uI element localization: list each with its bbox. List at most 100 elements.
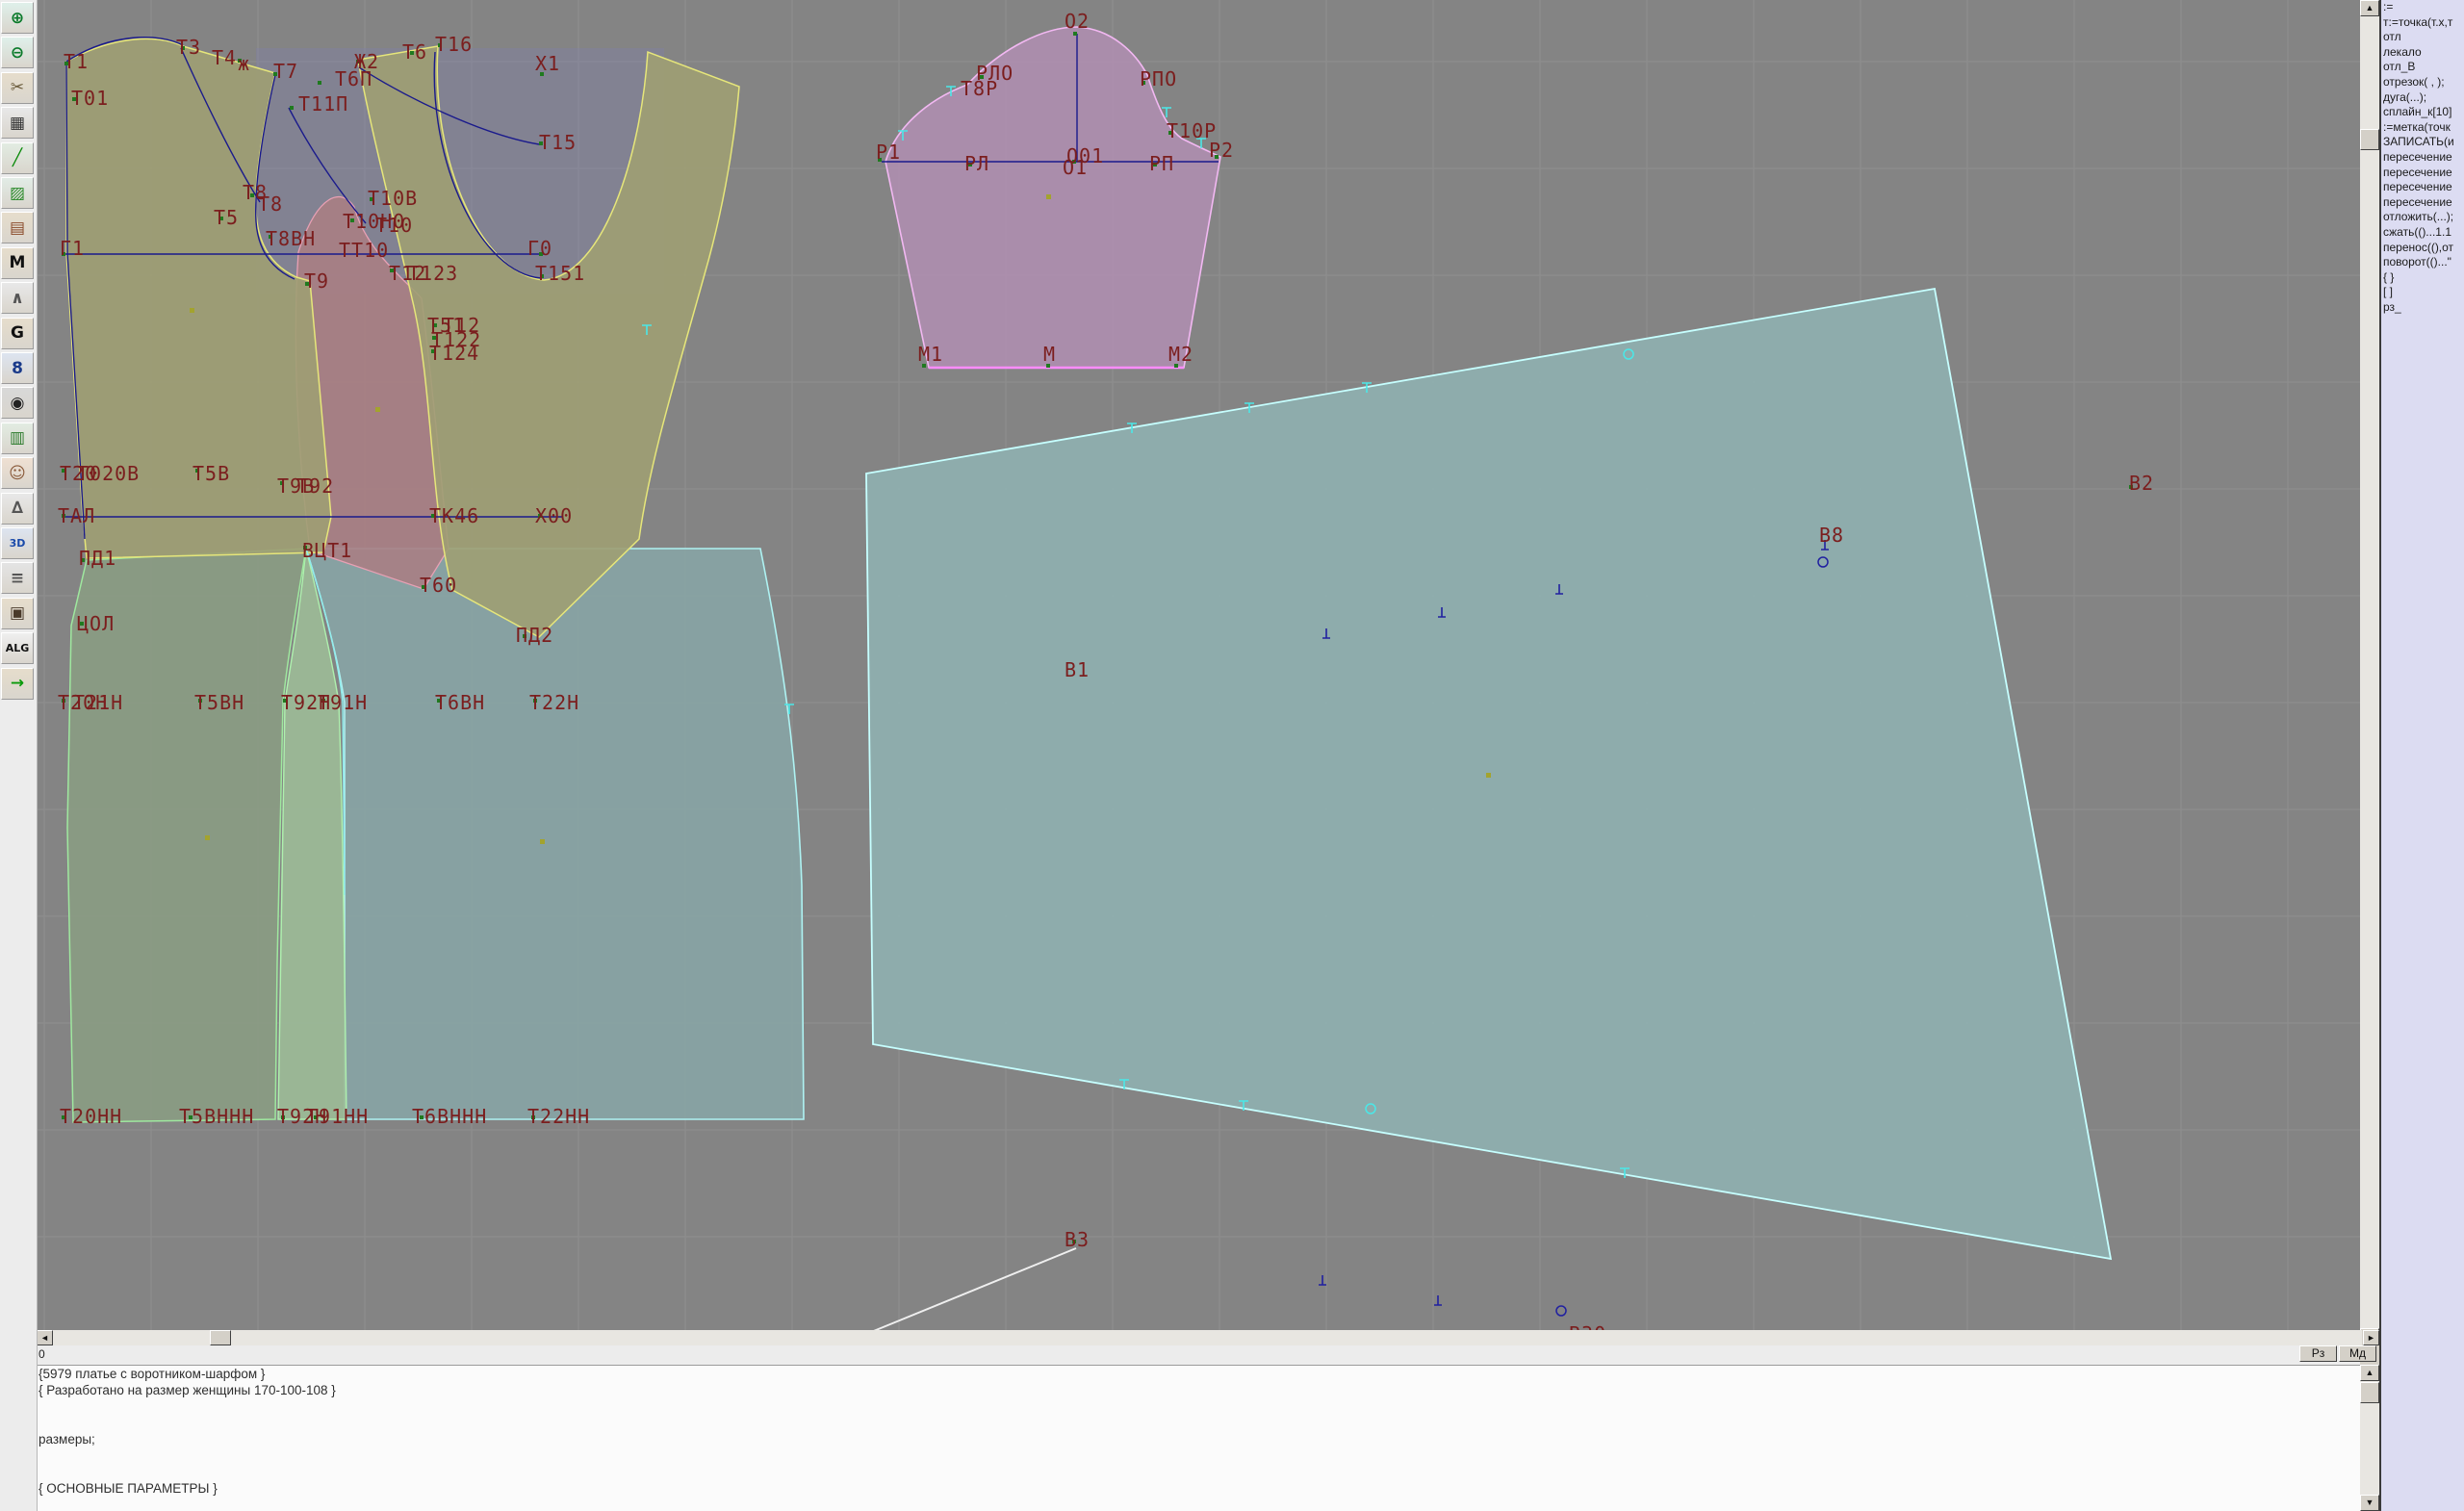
point-label: Р2 xyxy=(1209,139,1234,162)
point-label: Т15 xyxy=(539,131,577,154)
pattern-drawing[interactable]: Т1Т01Т3Т4жТ7Ж2Т6ПТ6Т16Х1Т11ПТ15Т5Т8Т8Т10… xyxy=(0,0,2360,1345)
command-list-panel[interactable]: :=т:=точка(т.х,тотллекалоотл_Вотрезок( ,… xyxy=(2379,0,2464,1511)
command-line[interactable]: сжать(()...1.1 xyxy=(2381,225,2464,241)
scroll-right-icon[interactable]: ► xyxy=(2363,1330,2379,1345)
command-line[interactable]: рз_ xyxy=(2381,300,2464,316)
point-label: М1 xyxy=(918,343,943,366)
notes-icon: ≡ xyxy=(11,569,24,588)
point-label: Т6ВННН xyxy=(412,1105,487,1128)
point-label: М xyxy=(1043,343,1056,366)
pattern-pieces-icon: ✂ xyxy=(11,78,24,97)
point-label: О1 xyxy=(1063,156,1088,179)
point-label: ПД2 xyxy=(516,624,553,647)
point-marker xyxy=(1046,194,1051,199)
point-label: Т6П xyxy=(335,67,372,90)
point-label: Т8 xyxy=(258,192,283,216)
command-line[interactable]: { } xyxy=(2381,270,2464,286)
model-photo-button[interactable]: ☺ xyxy=(1,457,34,489)
point-label: Т22НН xyxy=(527,1105,590,1128)
command-line[interactable]: отрезок( , ); xyxy=(2381,75,2464,90)
vscroll-thumb[interactable] xyxy=(2360,129,2379,150)
scroll-left-icon[interactable]: ◄ xyxy=(37,1330,53,1345)
pattern-cad-app: ⊕⊖✂▦╱▨▤M∧G8◉▥☺∆3D≡▣ALG→ Т1Т01Т3Т4жТ7Ж2Т6… xyxy=(0,0,2464,1511)
command-line[interactable]: поворот(()..." xyxy=(2381,255,2464,270)
sizes-button[interactable]: 8 xyxy=(1,352,34,384)
point-label: Т5В xyxy=(192,462,230,485)
point-label: Т10 xyxy=(375,214,413,237)
3d-icon: 3D xyxy=(10,537,26,550)
algorithm-text-editor[interactable]: {5979 платье с воротником-шарфом }{ Разр… xyxy=(37,1365,2360,1511)
command-line[interactable]: сплайн_к[10] xyxy=(2381,105,2464,120)
command-line[interactable]: лекало xyxy=(2381,45,2464,61)
command-line[interactable]: [ ] xyxy=(2381,285,2464,300)
point-label: Т124 xyxy=(429,342,479,365)
zoom-out-button[interactable]: ⊖ xyxy=(1,37,34,68)
3d-button[interactable]: 3D xyxy=(1,527,34,559)
grid-button[interactable]: ▦ xyxy=(1,107,34,139)
rz-button[interactable]: Рз xyxy=(2299,1345,2337,1362)
point-label: Т01 xyxy=(71,87,109,110)
point-label: М2 xyxy=(1168,343,1194,366)
editor-scroll-down-icon[interactable]: ▼ xyxy=(2360,1495,2379,1511)
exit-icon: → xyxy=(11,674,24,693)
template-button[interactable]: ▤ xyxy=(1,212,34,243)
zoom-in-button[interactable]: ⊕ xyxy=(1,2,34,34)
point-label: ПД1 xyxy=(79,547,116,570)
command-line[interactable]: пересечение xyxy=(2381,150,2464,166)
drawing-canvas[interactable]: Т1Т01Т3Т4жТ7Ж2Т6ПТ6Т16Х1Т11ПТ15Т5Т8Т8Т10… xyxy=(0,0,2360,1345)
point-label: Т10В xyxy=(368,187,418,210)
point-label: Т16 xyxy=(435,33,473,56)
command-line[interactable]: отл_В xyxy=(2381,60,2464,75)
pattern-pieces-button[interactable]: ✂ xyxy=(1,72,34,104)
notes-button[interactable]: ≡ xyxy=(1,562,34,594)
scroll-position-value: 0 xyxy=(38,1347,45,1361)
command-line[interactable]: пересечение xyxy=(2381,166,2464,181)
compass-button[interactable]: ∧ xyxy=(1,282,34,314)
table-button[interactable]: ▥ xyxy=(1,423,34,454)
point-label: ТТ10 xyxy=(339,239,389,262)
editor-vscroll-thumb[interactable] xyxy=(2360,1382,2379,1403)
point-label: Т6ВН xyxy=(435,691,485,714)
editor-lines: {5979 платье с воротником-шарфом }{ Разр… xyxy=(37,1366,2360,1497)
garment-button[interactable]: ∆ xyxy=(1,493,34,525)
command-line[interactable]: пересечение xyxy=(2381,180,2464,195)
command-line[interactable]: пересечение xyxy=(2381,195,2464,211)
command-line[interactable]: := xyxy=(2381,0,2464,15)
scroll-up-icon[interactable]: ▲ xyxy=(2360,0,2379,16)
point-label: Р1 xyxy=(876,141,901,164)
point-label: Т7 xyxy=(273,60,298,83)
command-line[interactable]: ЗАПИСАТЬ(и xyxy=(2381,135,2464,150)
command-line[interactable]: отложить(...); xyxy=(2381,210,2464,225)
sketch-icon: ▨ xyxy=(10,184,25,203)
sketch-button[interactable]: ▨ xyxy=(1,177,34,209)
command-line[interactable]: т:=точка(т.х,т xyxy=(2381,15,2464,31)
exit-button[interactable]: → xyxy=(1,668,34,700)
zoom-in-icon: ⊕ xyxy=(11,9,24,28)
point-label: Т11П xyxy=(298,92,348,115)
library-button[interactable]: ▣ xyxy=(1,598,34,629)
editor-line xyxy=(37,1447,2360,1464)
point-label: ж xyxy=(238,52,250,75)
canvas-vscrollbar[interactable]: ▲ ▼ xyxy=(2360,0,2379,1345)
status-row: 0 Рз Мд xyxy=(37,1345,2360,1365)
segment-button[interactable]: ╱ xyxy=(1,142,34,174)
command-line[interactable]: отл xyxy=(2381,30,2464,45)
point-marker xyxy=(318,81,321,85)
toolbar: ⊕ ⊖ ✂ ▦╱ ▨ ▤ M∧ G8◉ ▥☺ ∆ 3D ≡ ▣ALG → xyxy=(0,0,38,1511)
point-label: Т5ВННН xyxy=(179,1105,254,1128)
md-button[interactable]: Мд xyxy=(2339,1345,2376,1362)
algorithm-button[interactable]: ALG xyxy=(1,632,34,664)
point-label: Т21Н xyxy=(73,691,123,714)
canvas-hscrollbar[interactable]: ◄ ► xyxy=(37,1330,2379,1345)
editor-scroll-up-icon[interactable]: ▲ xyxy=(2360,1365,2379,1381)
measurements-button[interactable]: M xyxy=(1,247,34,279)
command-line[interactable]: дуга(...); xyxy=(2381,90,2464,106)
graphics-button[interactable]: G xyxy=(1,318,34,349)
command-line[interactable]: :=метка(точк xyxy=(2381,120,2464,136)
command-line[interactable]: перенос((),от xyxy=(2381,241,2464,256)
point-label: РПО xyxy=(1140,67,1177,90)
camera-button[interactable]: ◉ xyxy=(1,387,34,419)
editor-vscrollbar[interactable]: ▲ ▼ xyxy=(2360,1365,2379,1511)
hscroll-thumb[interactable] xyxy=(210,1330,231,1345)
point-marker xyxy=(205,835,210,840)
